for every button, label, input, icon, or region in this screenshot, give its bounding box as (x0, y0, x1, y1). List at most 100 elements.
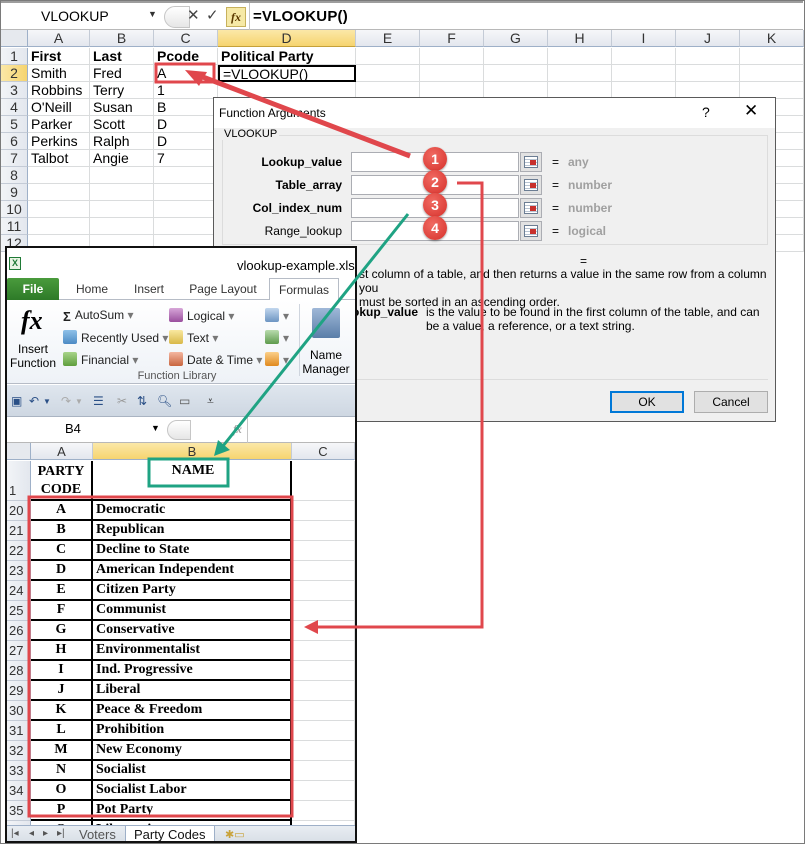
party-name-cell[interactable]: Socialist (93, 761, 292, 781)
cell-a2[interactable]: Smith (28, 65, 90, 82)
close-icon[interactable]: ✕ (744, 101, 758, 121)
row-header[interactable]: 9 (1, 184, 28, 201)
excel-app-icon[interactable]: X (9, 257, 21, 270)
row-header[interactable]: 4 (1, 99, 28, 116)
cell-empty[interactable] (676, 65, 740, 82)
cell-d2[interactable]: =VLOOKUP() (218, 65, 356, 82)
lookup-reference-button[interactable]: ▾ (265, 308, 289, 323)
cell-empty[interactable] (292, 661, 355, 681)
name-box[interactable]: VLOOKUP (1, 3, 161, 30)
column-header-b[interactable]: B (93, 443, 292, 460)
cell-empty[interactable] (292, 561, 355, 581)
column-header-c[interactable]: C (292, 443, 355, 460)
party-name-cell[interactable]: Socialist Labor (93, 781, 292, 801)
party-name-cell[interactable]: Communist (93, 601, 292, 621)
cell-b11[interactable] (90, 218, 154, 235)
row-header[interactable]: 8 (1, 167, 28, 184)
tab-insert[interactable]: Insert (125, 278, 173, 300)
party-code-header[interactable]: PARTY CODE (31, 461, 93, 501)
cell-b3[interactable]: Terry (90, 82, 154, 99)
select-all-corner[interactable] (1, 30, 28, 47)
name-box-dropdown-icon[interactable]: ▼ (151, 423, 160, 433)
name-header[interactable]: NAME (93, 461, 292, 501)
party-name-cell[interactable]: Democratic (93, 501, 292, 521)
cell-a5[interactable]: Parker (28, 116, 90, 133)
cell-b7[interactable]: Angie (90, 150, 154, 167)
cell-a6[interactable]: Perkins (28, 133, 90, 150)
cell-empty[interactable] (548, 48, 612, 65)
cell-c11[interactable] (154, 218, 218, 235)
cell-c1[interactable]: Pcode (154, 48, 218, 65)
undo-dropdown-icon[interactable]: ▼ (43, 397, 51, 406)
more-functions-button[interactable]: ▾ (265, 352, 289, 367)
row-header[interactable]: 33 (7, 761, 31, 781)
cell-empty[interactable] (292, 541, 355, 561)
column-header-e[interactable]: E (356, 30, 420, 47)
cell-a9[interactable] (28, 184, 90, 201)
date-time-button[interactable]: Date & Time ▾ (169, 352, 262, 367)
cell-empty[interactable] (292, 501, 355, 521)
cell-empty[interactable] (676, 48, 740, 65)
party-name-cell[interactable]: Republican (93, 521, 292, 541)
cell-empty[interactable] (292, 461, 355, 501)
cell-b5[interactable]: Scott (90, 116, 154, 133)
party-name-cell[interactable]: Peace & Freedom (93, 701, 292, 721)
party-code-cell[interactable]: M (31, 741, 93, 761)
row-header[interactable]: 32 (7, 741, 31, 761)
formula-bar-resize-handle[interactable] (167, 420, 191, 440)
party-name-cell[interactable]: Conservative (93, 621, 292, 641)
row-header[interactable]: 28 (7, 661, 31, 681)
range-lookup-collapse-button[interactable] (520, 221, 542, 241)
cell-empty[interactable] (548, 65, 612, 82)
row-header[interactable]: 26 (7, 621, 31, 641)
cell-a11[interactable] (28, 218, 90, 235)
cell-c4[interactable]: B (154, 99, 218, 116)
column-header-j[interactable]: J (676, 30, 740, 47)
cell-empty[interactable] (740, 65, 804, 82)
cancel-entry-icon[interactable]: ✕ (187, 6, 200, 24)
insert-function-icon[interactable]: fx (226, 7, 246, 27)
cell-empty[interactable] (740, 48, 804, 65)
lookup-value-collapse-button[interactable] (520, 152, 542, 172)
insert-function-large-icon[interactable]: fx (21, 306, 43, 336)
logical-button[interactable]: Logical ▾ (169, 308, 234, 323)
cell-empty[interactable] (292, 721, 355, 741)
party-name-cell[interactable]: Decline to State (93, 541, 292, 561)
party-name-cell[interactable]: Pot Party (93, 801, 292, 821)
col-index-num-collapse-button[interactable] (520, 198, 542, 218)
column-header-i[interactable]: I (612, 30, 676, 47)
name-manager-button[interactable]: Name Manager (301, 348, 351, 376)
sort-icon[interactable]: ⇅ (137, 394, 147, 408)
tab-formulas[interactable]: Formulas (269, 278, 339, 301)
cell-a7[interactable]: Talbot (28, 150, 90, 167)
recently-used-button[interactable]: Recently Used ▾ (63, 330, 168, 345)
party-name-cell[interactable]: Environmentalist (93, 641, 292, 661)
financial-button[interactable]: Financial ▾ (63, 352, 138, 367)
party-code-cell[interactable]: E (31, 581, 93, 601)
prev-sheet-icon[interactable]: ◂ (29, 828, 34, 839)
insert-sheet-icon[interactable]: ✱▭ (225, 828, 245, 841)
cell-empty[interactable] (420, 65, 484, 82)
party-name-cell[interactable]: Ind. Progressive (93, 661, 292, 681)
column-header-g[interactable]: G (484, 30, 548, 47)
column-header-a[interactable]: A (31, 443, 93, 460)
row-header[interactable]: 3 (1, 82, 28, 99)
clear-filter-icon[interactable]: ✂ (117, 394, 127, 408)
formula-input[interactable]: =VLOOKUP() (253, 8, 348, 25)
redo-dropdown-icon[interactable]: ▼ (75, 397, 83, 406)
party-code-cell[interactable]: P (31, 801, 93, 821)
party-code-cell[interactable]: N (31, 761, 93, 781)
undo-icon[interactable]: ↶ (29, 394, 39, 408)
cell-d1[interactable]: Political Party (218, 48, 356, 65)
party-code-cell[interactable]: I (31, 661, 93, 681)
cell-empty[interactable] (292, 621, 355, 641)
row-header[interactable]: 1 (1, 48, 28, 65)
redo-icon[interactable]: ↷ (61, 394, 71, 408)
cell-empty[interactable] (292, 681, 355, 701)
form-icon[interactable]: ☰ (93, 394, 104, 408)
party-code-cell[interactable]: O (31, 781, 93, 801)
party-name-cell[interactable]: Citizen Party (93, 581, 292, 601)
cell-a1[interactable]: First (28, 48, 90, 65)
cell-a10[interactable] (28, 201, 90, 218)
cell-b8[interactable] (90, 167, 154, 184)
